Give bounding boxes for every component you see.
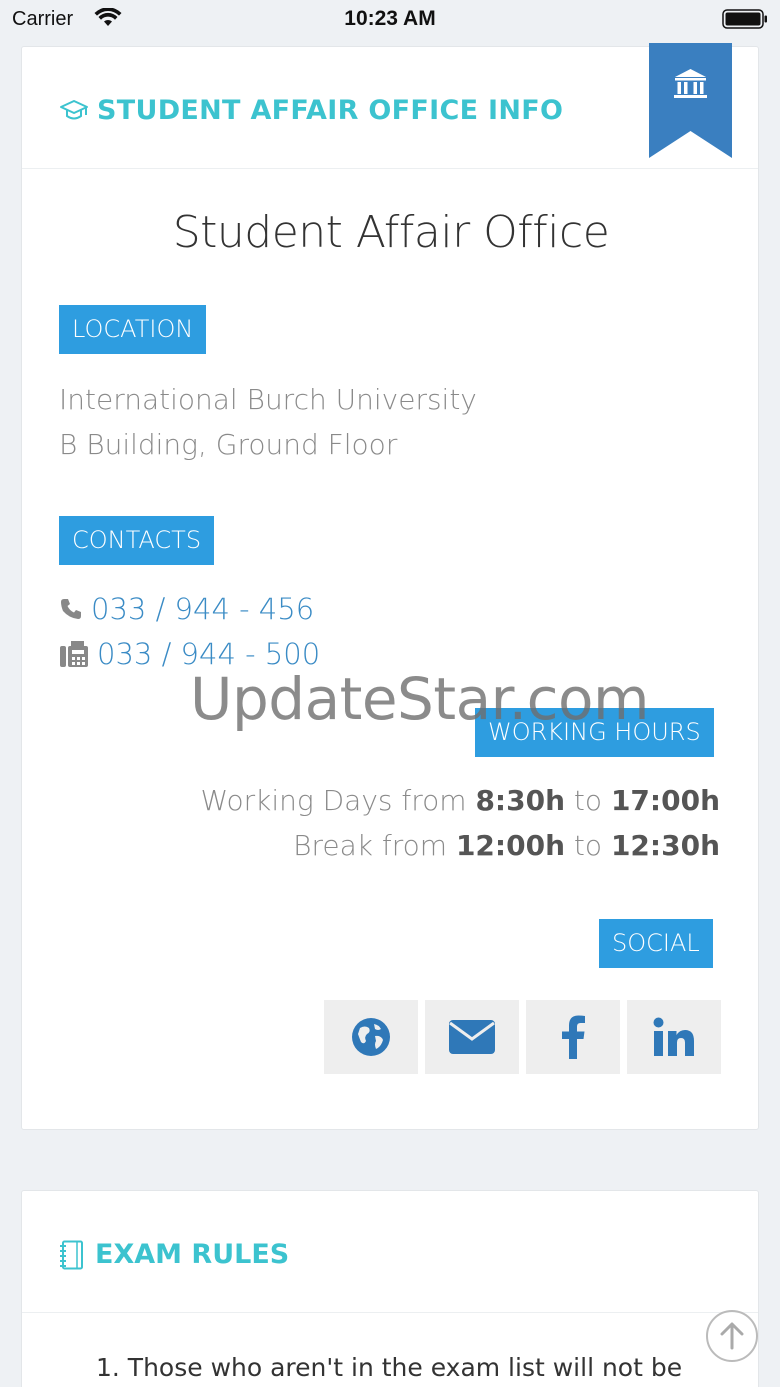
battery-icon (722, 9, 767, 29)
arrow-up-icon (720, 1322, 744, 1350)
website-button[interactable] (324, 1000, 418, 1074)
exam-title-text: EXAM RULES (95, 1239, 290, 1270)
linkedin-button[interactable] (627, 1000, 721, 1074)
contacts-tag: CONTACTS (59, 516, 215, 565)
watermark-text: UpdateStar.com (190, 665, 649, 733)
clock: 10:23 AM (344, 7, 436, 30)
bookmark-ribbon (649, 43, 732, 158)
exam-rule-1: 1. Those who aren't in the exam list wil… (96, 1353, 683, 1382)
card-title-text: STUDENT AFFAIR OFFICE INFO (97, 95, 564, 126)
break-text: Break from 12:00h to 12:30h (293, 829, 720, 862)
working-days-text: Working Days from 8:30h to 17:00h (200, 784, 720, 817)
facebook-icon (562, 1015, 585, 1059)
address-line-2: B Building, Ground Floor (59, 428, 398, 461)
fax-icon (60, 641, 88, 667)
linkedin-icon (653, 1017, 694, 1056)
envelope-icon (449, 1020, 495, 1054)
phone-icon (61, 599, 81, 619)
exam-card-header: EXAM RULES (22, 1191, 758, 1313)
phone-number[interactable]: 033 / 944 - 456 (91, 592, 314, 626)
office-info-card: STUDENT AFFAIR OFFICE INFO Student Affai… (21, 43, 759, 1130)
location-tag: LOCATION (59, 305, 207, 354)
card-title: STUDENT AFFAIR OFFICE INFO (59, 95, 563, 126)
scroll-to-top-button[interactable] (706, 1310, 758, 1362)
exam-rules-card: EXAM RULES 1. Those who aren't in the ex… (21, 1190, 759, 1387)
globe-icon (352, 1018, 390, 1056)
card-header: STUDENT AFFAIR OFFICE INFO (22, 47, 758, 169)
email-button[interactable] (425, 1000, 519, 1074)
notebook-icon (60, 1240, 83, 1269)
exam-title: EXAM RULES (59, 1239, 289, 1270)
status-bar: Carrier 10:23 AM (0, 0, 780, 40)
graduation-cap-icon (60, 99, 88, 119)
social-tag: SOCIAL (599, 919, 713, 968)
facebook-button[interactable] (526, 1000, 620, 1074)
phone-contact[interactable]: 033 / 944 - 456 (59, 592, 314, 626)
office-name: Student Affair Office (172, 207, 610, 258)
address-line-1: International Burch University (59, 383, 477, 416)
